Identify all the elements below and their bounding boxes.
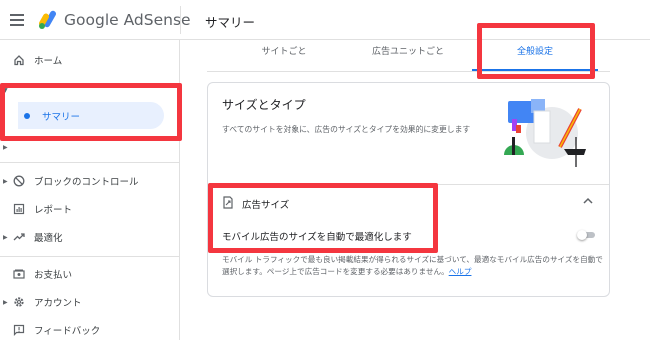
- sidebar-item-label: レポート: [34, 205, 73, 216]
- ad-design-illustration-icon: [504, 99, 586, 167]
- tab-by-ad-unit[interactable]: 広告ユニットごと: [350, 44, 466, 66]
- sidebar-item-optimization[interactable]: ▶ 最適化: [0, 225, 180, 249]
- payments-icon: [12, 267, 26, 281]
- report-icon: [12, 202, 26, 216]
- sidebar-divider: [0, 162, 180, 163]
- block-icon: [12, 174, 26, 188]
- tab-by-site[interactable]: サイトごと: [232, 44, 336, 66]
- home-icon: [12, 53, 26, 67]
- sidebar-item-label: ブロックのコントロール: [34, 177, 139, 188]
- highlight-box-ad-size: [208, 183, 438, 253]
- brand-name: Google AdSense: [64, 11, 191, 29]
- sidebar-item-feedback[interactable]: フィードバック: [0, 318, 180, 340]
- gear-icon: [12, 295, 26, 309]
- sidebar-item-payments[interactable]: お支払い: [0, 262, 180, 286]
- sidebar-item-label: フィードバック: [34, 326, 101, 337]
- trending-icon: [12, 230, 26, 244]
- expand-right-icon: ▶: [3, 143, 8, 151]
- sidebar-item-home[interactable]: ホーム: [0, 48, 180, 72]
- page-title: サマリー: [205, 15, 256, 30]
- expand-right-icon: ▶: [3, 177, 8, 185]
- chevron-up-icon[interactable]: [581, 196, 595, 206]
- header-divider: [180, 6, 181, 34]
- sidebar-item-label: ホーム: [34, 56, 63, 67]
- highlight-box-global-settings: [477, 23, 595, 79]
- sidebar-item-label: お支払い: [34, 270, 73, 281]
- help-link[interactable]: ヘルプ: [449, 267, 472, 276]
- highlight-box-summary: [0, 83, 182, 141]
- mobile-ad-size-toggle[interactable]: [577, 230, 595, 240]
- hamburger-menu-icon[interactable]: [10, 14, 24, 26]
- setting-description-text: モバイル トラフィックで最も良い掲載結果が得られるサイズに基づいて、最適なモバイ…: [222, 255, 603, 276]
- sidebar-divider: [0, 256, 180, 257]
- sidebar-item-reports[interactable]: レポート: [0, 197, 180, 221]
- feedback-icon: [12, 323, 26, 337]
- sidebar-item-block-controls[interactable]: ▶ ブロックのコントロール: [0, 169, 180, 193]
- toggle-thumb: [577, 230, 587, 240]
- card-description: すべてのサイトを対象に、広告のサイズとタイプを効果的に変更します: [222, 125, 471, 134]
- sidebar-item-label: 最適化: [34, 233, 63, 244]
- card-title: サイズとタイプ: [222, 98, 306, 112]
- expand-right-icon: ▶: [3, 298, 8, 306]
- sidebar-item-label: アカウント: [34, 298, 82, 309]
- sidebar-item-account[interactable]: ▶ アカウント: [0, 290, 180, 314]
- adsense-logo-icon: [39, 10, 56, 29]
- expand-right-icon: ▶: [3, 233, 8, 241]
- setting-description: モバイル トラフィックで最も良い掲載結果が得られるサイズに基づいて、最適なモバイ…: [222, 254, 604, 277]
